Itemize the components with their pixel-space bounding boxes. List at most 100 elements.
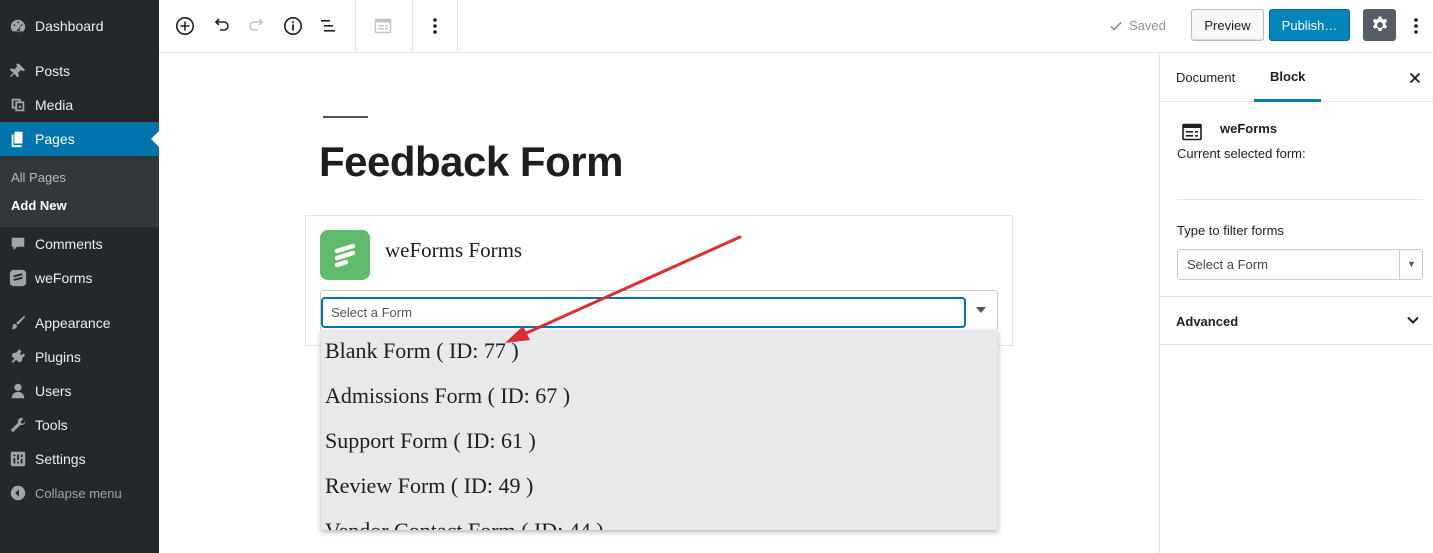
sidebar-form-select[interactable]: ▼ (1177, 249, 1423, 280)
menu-item-label: Dashboard (35, 18, 104, 34)
check-icon (1110, 21, 1122, 31)
tab-document[interactable]: Document (1160, 53, 1251, 102)
current-form-label: Current selected form: (1177, 146, 1306, 161)
more-tools-button[interactable] (1399, 9, 1433, 43)
media-icon (9, 96, 27, 114)
menu-item-dashboard[interactable]: Dashboard (0, 9, 159, 43)
collapse-menu-button[interactable]: Collapse menu (0, 476, 159, 510)
pages-submenu: All Pages Add New (0, 156, 159, 227)
undo-button[interactable] (204, 9, 238, 43)
title-separator (323, 116, 368, 118)
menu-item-comments[interactable]: Comments (0, 227, 159, 261)
menu-item-settings[interactable]: Settings (0, 442, 159, 476)
close-icon (1409, 72, 1421, 84)
add-block-button[interactable] (168, 9, 202, 43)
weforms-logo-icon (334, 243, 356, 268)
form-option[interactable]: Blank Form ( ID: 77 ) (325, 338, 519, 383)
form-option[interactable]: Review Form ( ID: 49 ) (325, 473, 533, 518)
chevron-down-icon (1407, 316, 1419, 324)
editor-toolbar: Saved Preview Publish… (159, 0, 1433, 53)
dashboard-icon (9, 17, 27, 35)
menu-item-plugins[interactable]: Plugins (0, 340, 159, 374)
pin-icon (9, 62, 27, 80)
settings-sidebar: Document Block weForms Current selected … (1159, 53, 1433, 553)
settings-icon (9, 450, 27, 468)
form-option[interactable]: Support Form ( ID: 61 ) (325, 428, 536, 473)
brush-icon (9, 314, 27, 332)
toolbar-separator (457, 0, 458, 53)
vertical-ellipsis-icon (1414, 18, 1418, 34)
sidebar-form-select-input[interactable] (1178, 250, 1400, 279)
advanced-panel-toggle[interactable]: Advanced (1160, 297, 1433, 345)
plus-circle-icon (176, 17, 194, 35)
block-title: weForms Forms (385, 238, 523, 262)
menu-item-label: Settings (35, 451, 86, 467)
close-sidebar-button[interactable] (1404, 67, 1426, 89)
menu-item-posts[interactable]: Posts (0, 54, 159, 88)
menu-item-label: Tools (35, 417, 68, 433)
menu-item-users[interactable]: Users (0, 374, 159, 408)
menu-item-media[interactable]: Media (0, 88, 159, 122)
submenu-item-add-new[interactable]: Add New (11, 198, 67, 213)
submenu-item-all-pages[interactable]: All Pages (11, 170, 66, 185)
divider (1177, 199, 1423, 200)
block-more-options-button[interactable] (418, 9, 452, 43)
menu-item-pages[interactable]: Pages (0, 122, 159, 156)
block-navigation-button[interactable] (311, 9, 345, 43)
list-outline-icon (321, 20, 335, 32)
vertical-ellipsis-icon (433, 18, 437, 34)
publish-button[interactable]: Publish… (1269, 9, 1350, 41)
sidebar-tabs: Document Block (1160, 53, 1433, 102)
dropdown-arrow-icon[interactable]: ▼ (1407, 259, 1416, 269)
pages-icon (9, 130, 27, 148)
menu-item-label: Comments (35, 236, 103, 252)
menu-item-weforms[interactable]: weForms (0, 261, 159, 295)
advanced-panel-title: Advanced (1176, 314, 1239, 329)
menu-item-label: Appearance (35, 315, 111, 331)
toolbar-separator (355, 0, 356, 53)
menu-item-label: Media (35, 97, 74, 113)
form-option[interactable]: Admissions Form ( ID: 67 ) (325, 383, 570, 428)
admin-sidebar: Dashboard Posts Media Pages All Pages Ad… (0, 0, 159, 553)
block-card-title: weForms (1220, 121, 1278, 136)
settings-toggle-button[interactable] (1363, 9, 1396, 41)
collapse-icon (9, 484, 27, 502)
filter-forms-label: Type to filter forms (1177, 223, 1284, 238)
screen: Dashboard Posts Media Pages All Pages Ad… (0, 0, 1433, 553)
menu-item-label: Users (35, 383, 72, 399)
info-icon (284, 17, 302, 35)
menu-item-label: weForms (35, 270, 93, 286)
tab-block[interactable]: Block (1254, 53, 1322, 102)
post-title[interactable]: Feedback Form (319, 138, 623, 186)
block-type-button[interactable] (366, 9, 400, 43)
menu-item-tools[interactable]: Tools (0, 408, 159, 442)
saved-status: Saved (1109, 18, 1166, 33)
form-option[interactable]: Vendor Contact Form ( ID: 44 ) (325, 518, 604, 530)
comment-icon (9, 235, 27, 253)
wrench-icon (9, 416, 27, 434)
dropdown-arrow-icon[interactable] (976, 307, 986, 313)
menu-item-appearance[interactable]: Appearance (0, 306, 159, 340)
content-info-button[interactable] (276, 9, 310, 43)
form-select[interactable] (320, 290, 998, 332)
weforms-block[interactable]: weForms Forms (305, 215, 1013, 346)
form-block-icon (1182, 123, 1202, 141)
user-icon (9, 382, 27, 400)
preview-button[interactable]: Preview (1191, 9, 1264, 41)
form-select-input[interactable] (322, 298, 965, 327)
plugin-icon (9, 348, 27, 366)
menu-item-label: Pages (35, 131, 75, 147)
undo-icon (214, 18, 229, 31)
menu-item-label: Posts (35, 63, 71, 79)
weforms-icon (9, 269, 27, 287)
redo-button[interactable] (240, 9, 274, 43)
toolbar-separator (412, 0, 413, 53)
weforms-logo (320, 230, 370, 280)
redo-icon (249, 18, 264, 31)
form-block-icon (374, 18, 392, 34)
menu-item-label: Plugins (35, 349, 81, 365)
gear-icon (1372, 16, 1387, 31)
form-options-dropdown: Blank Form ( ID: 77 ) Admissions Form ( … (321, 330, 998, 530)
saved-label: Saved (1129, 18, 1166, 33)
menu-item-label: Collapse menu (35, 485, 122, 501)
